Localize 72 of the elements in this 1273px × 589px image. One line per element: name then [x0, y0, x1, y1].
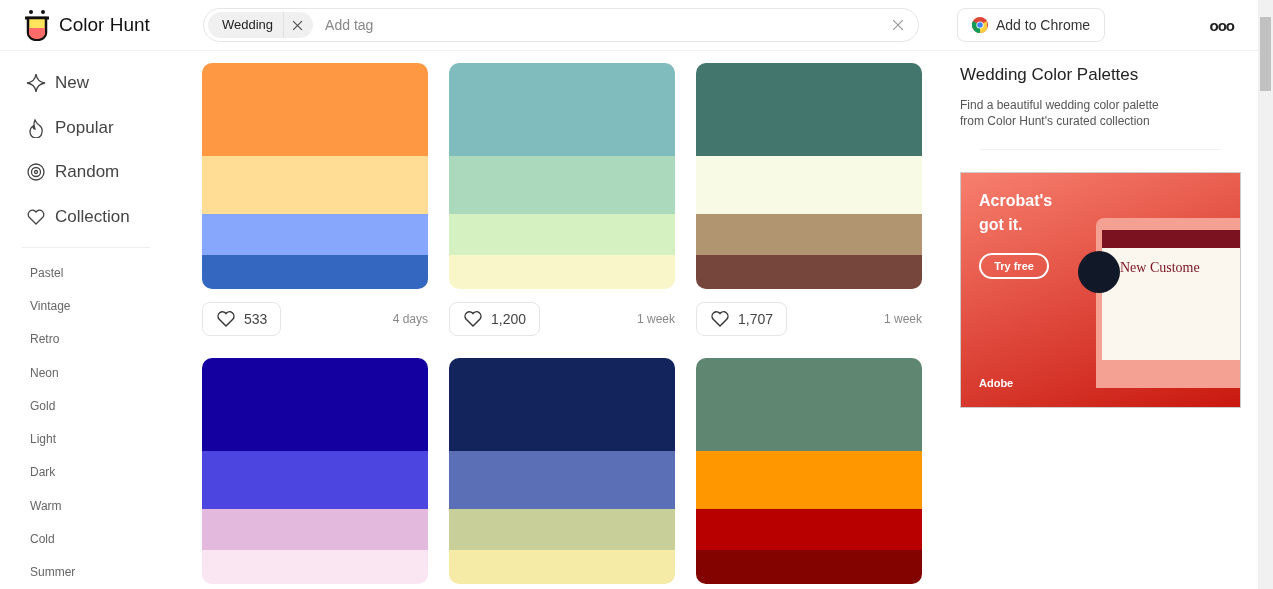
like-button[interactable]: 533 — [202, 302, 282, 336]
color-swatch[interactable] — [449, 550, 675, 584]
color-swatch[interactable] — [202, 255, 428, 289]
tag-link[interactable]: Warm — [26, 489, 62, 523]
color-swatch[interactable] — [202, 156, 428, 214]
color-swatch[interactable] — [449, 156, 675, 214]
color-palette[interactable] — [696, 63, 922, 289]
tag-link[interactable]: Neon — [26, 356, 59, 390]
color-swatch[interactable] — [696, 509, 922, 550]
color-swatch[interactable] — [449, 358, 675, 451]
ad-brand: Adobe — [979, 377, 1015, 389]
color-swatch[interactable] — [202, 214, 428, 255]
color-swatch[interactable] — [696, 550, 922, 584]
nav-link[interactable]: Random — [26, 150, 202, 195]
color-swatch[interactable] — [449, 509, 675, 550]
color-palette[interactable] — [449, 358, 675, 584]
color-swatch[interactable] — [449, 255, 675, 289]
color-swatch[interactable] — [696, 255, 922, 289]
flame-icon — [26, 117, 46, 138]
tag-link[interactable]: Gold — [26, 389, 56, 423]
color-palette[interactable] — [202, 358, 428, 584]
color-swatch[interactable] — [449, 63, 675, 156]
tag-link[interactable]: Dark — [26, 455, 56, 490]
color-swatch[interactable] — [449, 214, 675, 255]
tag-link[interactable]: Light — [26, 422, 57, 456]
date-label: 1 week — [636, 312, 675, 326]
color-swatch[interactable] — [696, 358, 922, 451]
tag-link[interactable]: Summer — [26, 555, 76, 589]
chrome-icon — [972, 17, 988, 33]
date-label: 1 week — [883, 312, 922, 326]
color-swatch[interactable] — [202, 358, 428, 451]
color-swatch[interactable] — [202, 63, 428, 156]
panel-description: Find a beautiful wedding color palette from Color Hunt's curated collection — [960, 97, 1160, 129]
color-palette[interactable] — [696, 358, 922, 584]
logo-icon — [23, 9, 51, 41]
heart-icon — [710, 310, 730, 328]
logo-text[interactable]: Color Hunt — [59, 14, 150, 36]
remove-tag-icon[interactable] — [292, 19, 304, 31]
color-swatch[interactable] — [202, 550, 428, 584]
nav-link[interactable]: New — [26, 61, 202, 106]
color-swatch[interactable] — [202, 451, 428, 509]
tag-link[interactable]: Pastel — [26, 256, 64, 290]
more-menu[interactable]: ooo — [1209, 16, 1234, 34]
color-palette[interactable] — [202, 63, 428, 289]
color-swatch[interactable] — [449, 451, 675, 509]
panel-title: Wedding Color Palettes — [960, 65, 1140, 85]
scrollbar[interactable] — [1258, 0, 1273, 589]
like-button[interactable]: 1,707 — [696, 302, 788, 336]
heart-icon — [216, 310, 236, 328]
clear-icon[interactable] — [892, 19, 904, 31]
ad-button[interactable]: Try free — [979, 253, 1049, 279]
tag-input[interactable]: Add tag — [313, 16, 892, 34]
heart-icon — [463, 310, 483, 328]
sparkle-icon — [26, 73, 46, 94]
ad-banner[interactable]: Acrobat's got it. Try free Adobe New Custome — [960, 172, 1241, 408]
tag-link[interactable]: Cold — [26, 522, 55, 556]
ad-headline: Acrobat's got it. — [979, 191, 1054, 235]
add-to-chrome-button[interactable]: Add to Chrome — [957, 8, 1106, 42]
color-swatch[interactable] — [696, 451, 922, 509]
color-swatch[interactable] — [696, 63, 922, 156]
color-swatch[interactable] — [696, 214, 922, 255]
tag-label: Wedding — [208, 12, 285, 38]
date-label: 4 days — [392, 312, 428, 326]
nav-link[interactable]: Popular — [26, 105, 202, 151]
tag-link[interactable]: Vintage — [26, 289, 71, 323]
color-swatch[interactable] — [202, 509, 428, 550]
nav-link[interactable]: Collection — [26, 194, 202, 240]
like-button[interactable]: 1,200 — [449, 302, 541, 336]
color-palette[interactable] — [449, 63, 675, 289]
tag-link[interactable]: Retro — [26, 322, 60, 357]
ad-form-title: New Custome — [1120, 260, 1200, 275]
color-swatch[interactable] — [696, 156, 922, 214]
